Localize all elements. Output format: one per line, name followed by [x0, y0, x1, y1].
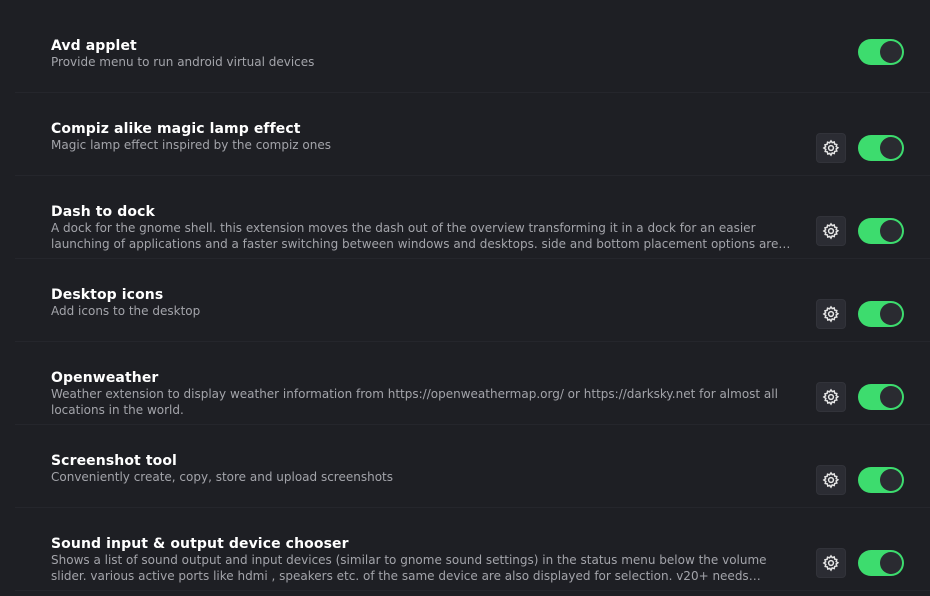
extension-row-avd-applet: Avd applet Provide menu to run android vi…: [15, 10, 930, 93]
toggle-knob: [880, 552, 902, 574]
enable-toggle-avd-applet[interactable]: [858, 39, 904, 65]
toggle-knob: [880, 303, 902, 325]
toggle-knob: [880, 41, 902, 63]
extension-title: Compiz alike magic lamp effect: [51, 121, 301, 137]
gear-icon: [822, 388, 840, 406]
extension-title: Openweather: [51, 370, 159, 386]
enable-toggle-desktop-icons[interactable]: [858, 301, 904, 327]
extension-description: A dock for the gnome shell. this extensi…: [51, 221, 779, 251]
extensions-list: Avd applet Provide menu to run android vi…: [0, 0, 930, 596]
extension-title: Screenshot tool: [51, 453, 177, 469]
enable-toggle-openweather[interactable]: [858, 384, 904, 410]
row-divider: [15, 590, 930, 591]
extension-row-desktop-icons: Desktop icons Add icons to the desktop: [15, 259, 930, 342]
extension-row-screenshot-tool: Screenshot tool Conveniently create, copy…: [15, 425, 930, 508]
extension-title: Avd applet: [51, 38, 137, 54]
enable-toggle-sound-input-output-device-chooser[interactable]: [858, 550, 904, 576]
settings-button-sound-input-output-device-chooser[interactable]: [816, 548, 846, 578]
settings-button-desktop-icons[interactable]: [816, 299, 846, 329]
settings-button-compiz-alike-magic-lamp-effect[interactable]: [816, 133, 846, 163]
extension-row-openweather: Openweather Weather extension to display …: [15, 342, 930, 425]
enable-toggle-compiz-alike-magic-lamp-effect[interactable]: [858, 135, 904, 161]
settings-button-screenshot-tool[interactable]: [816, 465, 846, 495]
extension-description: Shows a list of sound output and input d…: [51, 553, 767, 583]
toggle-knob: [880, 386, 902, 408]
extension-row-dash-to-dock: Dash to dock A dock for the gnome shell. …: [15, 176, 930, 259]
extension-row-compiz-alike-magic-lamp-effect: Compiz alike magic lamp effect Magic lamp…: [15, 93, 930, 176]
gear-icon: [822, 554, 840, 572]
toggle-knob: [880, 469, 902, 491]
enable-toggle-dash-to-dock[interactable]: [858, 218, 904, 244]
gear-icon: [822, 305, 840, 323]
extension-description: Weather extension to display weather inf…: [51, 387, 778, 417]
extension-description: Add icons to the desktop: [51, 304, 201, 318]
extension-title: Dash to dock: [51, 204, 155, 220]
gear-icon: [822, 471, 840, 489]
toggle-knob: [880, 220, 902, 242]
settings-button-openweather[interactable]: [816, 382, 846, 412]
gear-icon: [822, 222, 840, 240]
extension-title: Desktop icons: [51, 287, 164, 303]
gear-icon: [822, 139, 840, 157]
extension-description: Conveniently create, copy, store and upl…: [51, 470, 393, 484]
enable-toggle-screenshot-tool[interactable]: [858, 467, 904, 493]
settings-button-dash-to-dock[interactable]: [816, 216, 846, 246]
extension-description: Provide menu to run android virtual devi…: [51, 55, 315, 69]
extension-title: Sound input & output device chooser: [51, 536, 349, 552]
extension-row-sound-input-output-device-chooser: Sound input & output device chooser Shows…: [15, 508, 930, 591]
extension-description: Magic lamp effect inspired by the compiz…: [51, 138, 331, 152]
toggle-knob: [880, 137, 902, 159]
